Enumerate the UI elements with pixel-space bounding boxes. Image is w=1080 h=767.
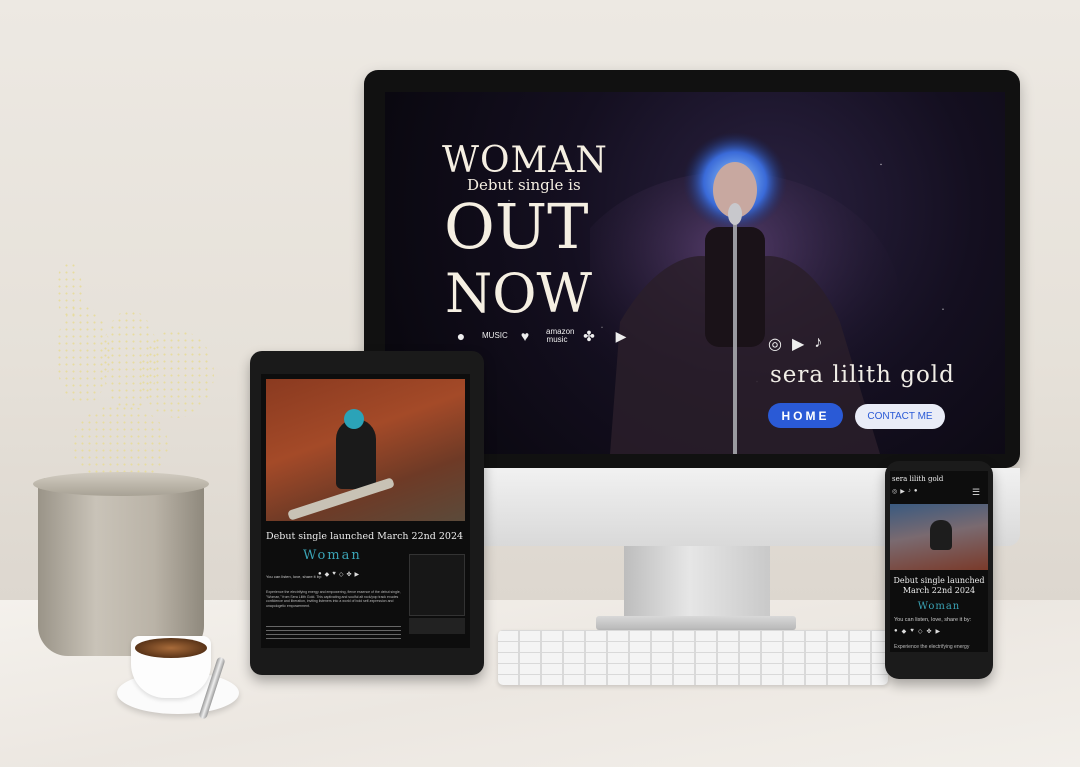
phone-share-text: You can listen, love, share it by: [894,617,972,623]
monitor-base [596,616,796,630]
apple-music-icon[interactable]: MUSIC [482,332,508,340]
streaming-links: ● MUSIC ♥ amazon music ✤ ▶ [450,328,632,344]
coffee [135,638,207,658]
cactus-pad [56,262,82,318]
tidal-icon[interactable]: ✤ [346,571,351,578]
home-button[interactable]: HOME [768,403,843,428]
tablet-release-title: Debut single launched March 22nd 2024 [266,531,464,542]
deezer-icon[interactable]: ♥ [514,329,536,343]
tablet-description: Experience the electrifying energy and e… [266,590,401,608]
tablet-album-art [409,554,465,616]
keyboard [498,630,888,685]
phone-release-title: Debut single launched March 22nd 2024 [893,576,985,596]
spotify-icon[interactable]: ● [914,488,918,495]
phone-artist-name: sera lilith gold [892,475,944,483]
monitor-stand [624,546,770,620]
spotify-icon[interactable]: ● [450,329,472,343]
youtube-icon[interactable]: ▶ [610,329,632,343]
amazon-music-icon[interactable]: ◇ [918,628,923,635]
tablet-footer-text [266,626,401,640]
phone-streaming-links: ● ◆ ♥ ◇ ✤ ▶ [894,628,940,635]
apple-music-icon[interactable]: ◆ [325,571,330,578]
phone-single-name: Woman [917,601,961,612]
spotify-icon[interactable]: ● [894,628,898,635]
tablet-streaming-links: ● ◆ ♥ ◇ ✤ ▶ [318,571,359,578]
hero-title-out: OUT [444,190,589,263]
cactus-pad [140,330,214,418]
phone-hero-photo [890,504,988,570]
photo-figure [930,520,952,550]
instagram-icon[interactable]: ◎ [768,334,782,354]
hamburger-menu-icon[interactable]: ☰ [972,487,980,498]
spotify-icon[interactable]: ● [318,571,322,578]
social-links: ◎ ▶ ♪ [768,334,822,354]
apple-music-icon[interactable]: ◆ [902,628,907,635]
hero-title-now: NOW [445,262,593,325]
tablet-screen: Debut single launched March 22nd 2024 Wo… [261,374,470,648]
tiktok-icon[interactable]: ♪ [908,488,911,495]
youtube-icon[interactable]: ▶ [792,334,804,354]
tablet-single-name: Woman [303,548,362,563]
phone-description: Experience the electrifying energy [894,644,970,650]
plant-pot [38,478,204,656]
tablet-audio-player[interactable] [409,618,465,634]
tidal-icon[interactable]: ✤ [578,329,600,343]
tidal-icon[interactable]: ✤ [926,628,931,635]
amazon-music-icon[interactable]: ◇ [339,571,344,578]
photo-figure-head [344,409,364,429]
hero-title-woman: WOMAN [442,140,608,181]
plant-pot-rim [33,472,209,496]
phone-social-links: ◎ ▶ ♪ ● [892,488,918,495]
artist-name: sera lilith gold [770,362,955,388]
tiktok-icon[interactable]: ♪ [814,334,822,354]
tablet-share-text: You can listen, love, share it by: [266,574,323,579]
contact-button[interactable]: CONTACT ME [855,404,945,429]
photo-figure [336,419,376,489]
youtube-icon[interactable]: ▶ [935,628,940,635]
youtube-icon[interactable]: ▶ [900,488,905,495]
amazon-music-icon[interactable]: amazon music [546,328,574,344]
tablet-hero-photo [266,379,465,521]
youtube-icon[interactable]: ▶ [354,571,359,578]
instagram-icon[interactable]: ◎ [892,488,897,495]
phone-screen: sera lilith gold ◎ ▶ ♪ ● ☰ Debut single … [890,471,988,652]
deezer-icon[interactable]: ♥ [332,571,336,578]
deezer-icon[interactable]: ♥ [910,628,914,635]
